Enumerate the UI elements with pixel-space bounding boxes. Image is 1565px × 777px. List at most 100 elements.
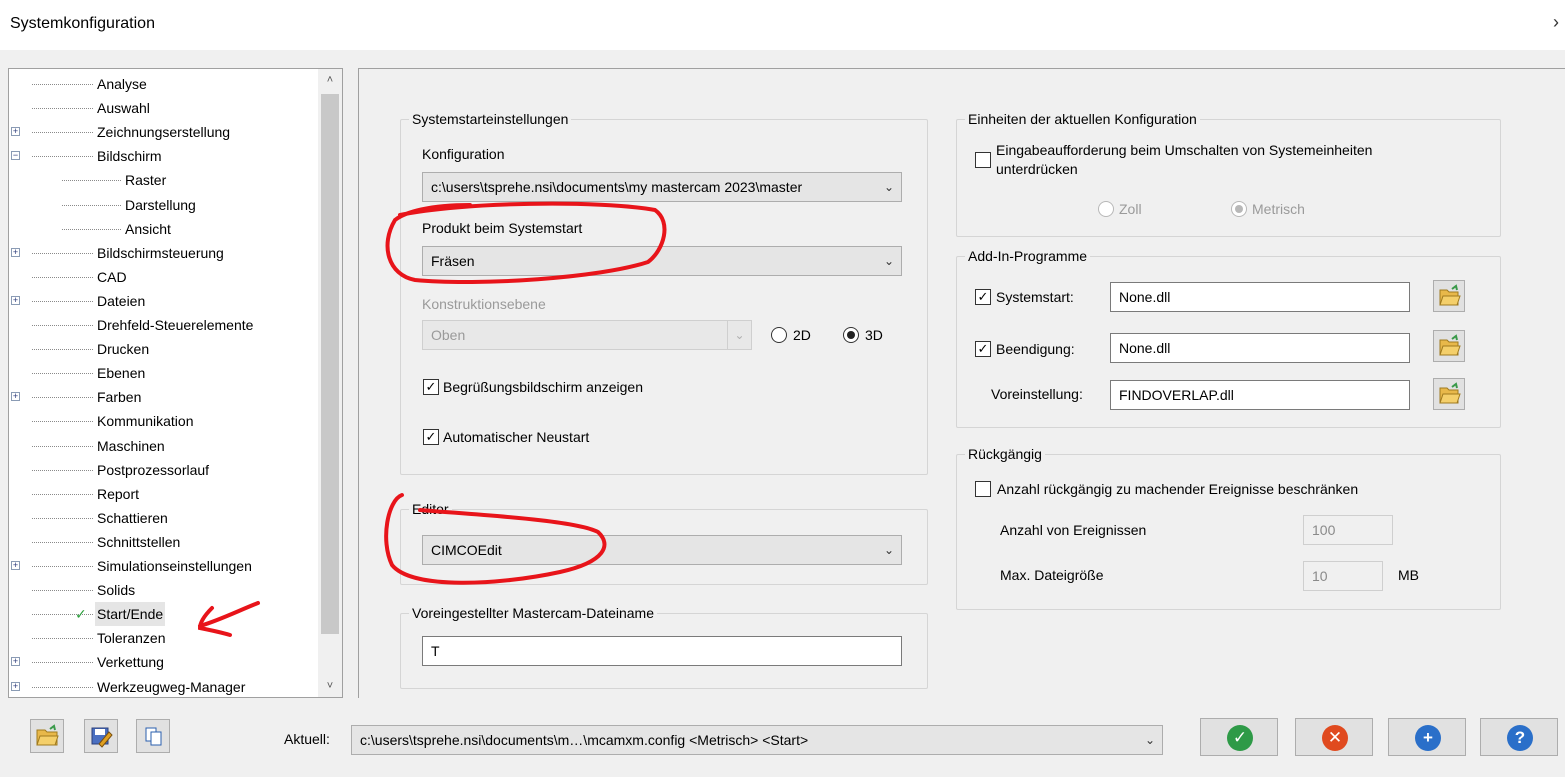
addin-exit-browse-button[interactable] — [1433, 330, 1465, 362]
expand-icon[interactable]: + — [11, 247, 20, 257]
expand-icon[interactable]: + — [11, 392, 20, 402]
scroll-up-icon[interactable]: ˄ — [318, 69, 342, 91]
chevron-down-icon: ⌄ — [877, 536, 901, 564]
radio-metrisch[interactable] — [1231, 201, 1247, 217]
scroll-down-icon[interactable]: ˅ — [318, 675, 342, 697]
tree-item[interactable]: Kommunikation — [9, 409, 314, 433]
tree-item-label: Auswahl — [97, 100, 150, 117]
addin-startup-checkbox[interactable]: ✓ — [975, 289, 991, 305]
category-tree[interactable]: Analyse Auswahl + Zeichnungserstellung − Bild… — [8, 68, 343, 698]
filename-input[interactable]: T — [422, 636, 902, 666]
addins-group-label: Add-In-Programme — [965, 248, 1091, 264]
current-label: Aktuell: — [284, 731, 330, 747]
undo-limit-checkbox[interactable] — [975, 481, 991, 497]
expand-icon[interactable]: + — [11, 681, 20, 691]
help-button[interactable]: ? — [1480, 718, 1558, 756]
addin-default-input[interactable]: FINDOVERLAP.dll — [1110, 380, 1410, 410]
tree-item[interactable]: CAD — [9, 265, 314, 289]
tree-item[interactable]: + Zeichnungserstellung — [9, 120, 314, 144]
addin-startup-browse-button[interactable] — [1433, 280, 1465, 312]
plane-value: Oben — [431, 327, 466, 343]
addin-exit-checkbox[interactable]: ✓ — [975, 341, 991, 357]
addin-default-browse-button[interactable] — [1433, 378, 1465, 410]
tree-item[interactable]: Report — [9, 482, 314, 506]
tree-item[interactable]: Darstellung — [9, 193, 314, 217]
editor-dropdown[interactable]: CIMCOEdit ⌄ — [422, 535, 902, 565]
tree-item[interactable]: Toleranzen — [9, 626, 314, 650]
tree-item[interactable]: Ebenen — [9, 361, 314, 385]
tree-item[interactable]: ✓ Start/Ende — [9, 602, 314, 627]
tree-item[interactable]: Drucken — [9, 337, 314, 361]
tree-connector — [62, 180, 121, 182]
units-group: Einheiten der aktuellen Konfiguration — [956, 111, 1501, 237]
add-button[interactable]: + — [1388, 718, 1466, 756]
tree-connector — [32, 325, 93, 326]
tree-item[interactable]: Schnittstellen — [9, 530, 314, 554]
tree-item[interactable]: Postprozessorlauf — [9, 458, 314, 482]
help-icon: ? — [1507, 725, 1533, 751]
title-bar: Systemkonfiguration › — [0, 0, 1565, 50]
addin-startup-input[interactable]: None.dll — [1110, 282, 1410, 312]
tree-item[interactable]: Ansicht — [9, 217, 314, 241]
ok-button[interactable]: ✓ — [1200, 718, 1278, 756]
copy-config-button[interactable] — [136, 719, 170, 753]
product-dropdown[interactable]: Fräsen ⌄ — [422, 246, 902, 276]
tree-connector — [32, 469, 93, 471]
folder-open-icon — [36, 724, 59, 746]
tree-item[interactable]: Schattieren — [9, 506, 314, 530]
scroll-thumb[interactable] — [321, 94, 339, 634]
tree-item[interactable]: Maschinen — [9, 434, 314, 458]
expand-icon[interactable]: + — [11, 657, 20, 667]
tree-item[interactable]: − Bildschirm — [9, 144, 314, 168]
tree-item[interactable]: Auswahl — [9, 96, 314, 120]
tree-connector — [32, 541, 93, 543]
radio-3d-label: 3D — [865, 327, 883, 343]
undo-events-input[interactable]: 100 — [1303, 515, 1393, 545]
tree-item[interactable]: Analyse — [9, 72, 314, 96]
radio-2d[interactable] — [771, 327, 787, 343]
radio-3d[interactable] — [843, 327, 859, 343]
editor-group-label: Editor — [409, 501, 452, 517]
radio-metrisch-label: Metrisch — [1252, 201, 1305, 217]
tree-connector — [32, 84, 93, 85]
cancel-button[interactable]: ✕ — [1295, 718, 1373, 756]
tree-item[interactable]: Solids — [9, 578, 314, 602]
tree-item[interactable]: + Farben — [9, 385, 314, 409]
save-config-button[interactable] — [84, 719, 118, 753]
expand-icon[interactable]: + — [11, 127, 20, 137]
current-config-value: c:\users\tsprehe.nsi\documents\m…\mcamxm… — [360, 732, 809, 748]
tree-item[interactable]: + Werkzeugweg-Manager — [9, 675, 314, 698]
product-label: Produkt beim Systemstart — [422, 220, 583, 236]
chevron-down-icon: ⌄ — [877, 173, 901, 201]
folder-open-icon — [1439, 382, 1461, 404]
current-config-dropdown[interactable]: c:\users\tsprehe.nsi\documents\m…\mcamxm… — [351, 725, 1163, 755]
tree-item[interactable]: + Simulationseinstellungen — [9, 554, 314, 578]
radio-zoll[interactable] — [1098, 201, 1114, 217]
collapse-icon[interactable]: − — [11, 151, 20, 161]
tree-item-label: Report — [97, 485, 140, 502]
tree-connector — [32, 662, 93, 664]
plus-icon: + — [1415, 725, 1441, 751]
tree-item[interactable]: Drehfeld-Steuerelemente — [9, 313, 314, 337]
config-dropdown[interactable]: c:\users\tsprehe.nsi\documents\my master… — [422, 172, 902, 202]
tree-item[interactable]: + Verkettung — [9, 650, 314, 674]
expand-icon[interactable]: + — [11, 561, 20, 570]
addin-exit-input[interactable]: None.dll — [1110, 333, 1410, 363]
chevron-down-icon: ⌄ — [1138, 726, 1162, 754]
tree-connector — [62, 204, 121, 206]
units-prompt-checkbox[interactable] — [975, 152, 991, 168]
open-config-button[interactable] — [30, 719, 64, 753]
undo-size-input[interactable]: 10 — [1303, 561, 1383, 591]
tree-item[interactable]: Raster — [9, 168, 314, 192]
tree-scrollbar[interactable]: ˄ ˅ — [318, 69, 342, 697]
expand-icon[interactable]: + — [11, 295, 20, 305]
tree-item-label: CAD — [97, 268, 127, 285]
plane-dropdown[interactable]: Oben ⌄ — [422, 320, 752, 350]
tree-item-label: Schnittstellen — [97, 533, 181, 550]
tree-item[interactable]: + Bildschirmsteuerung — [9, 241, 314, 265]
tree-item[interactable]: + Dateien — [9, 289, 314, 313]
chevron-right-icon[interactable]: › — [1553, 12, 1559, 33]
undo-size-unit: MB — [1398, 567, 1419, 583]
splash-checkbox[interactable]: ✓ — [423, 379, 439, 395]
restart-checkbox[interactable]: ✓ — [423, 429, 439, 445]
